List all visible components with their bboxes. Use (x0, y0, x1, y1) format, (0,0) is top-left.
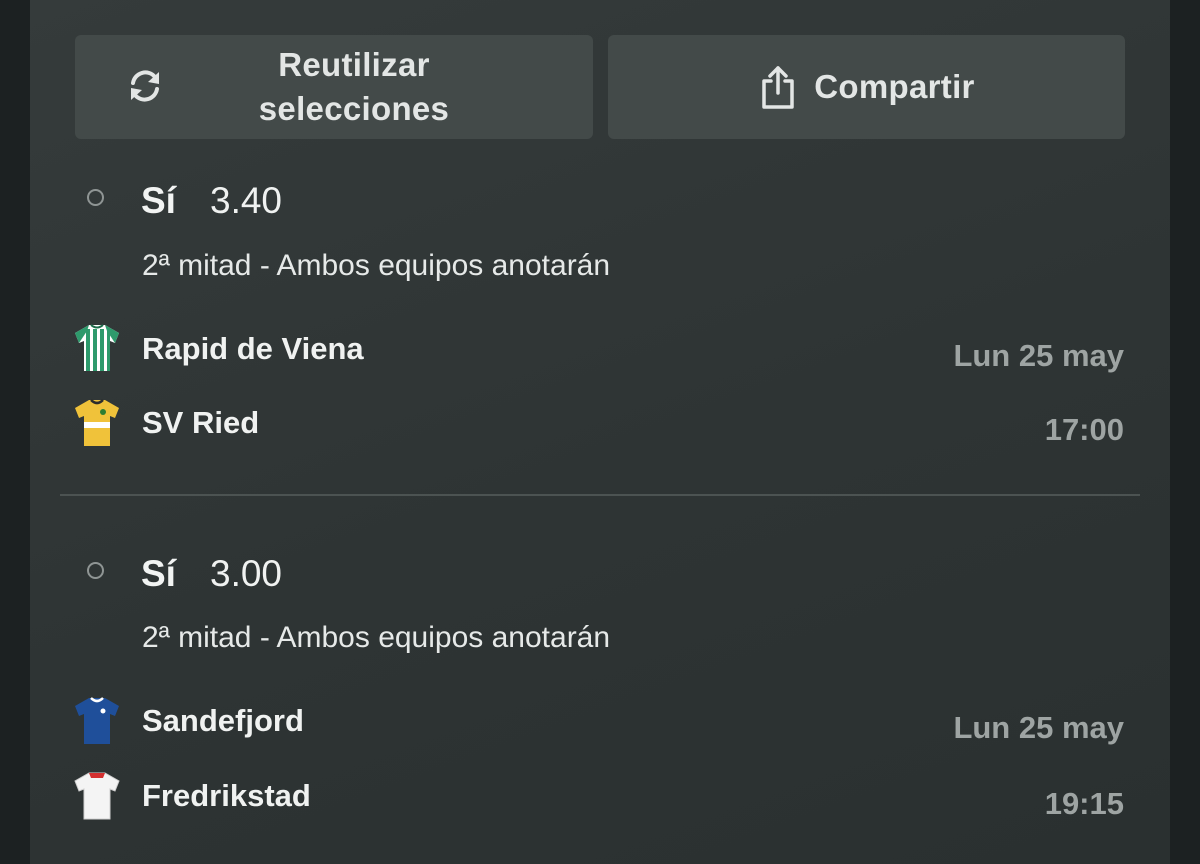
match-time: 19:15 (1044, 786, 1124, 821)
home-team-name: Sandefjord (142, 703, 304, 738)
reuse-selections-button[interactable]: Reutilizar selecciones (75, 35, 593, 139)
selection-pick: Sí (141, 180, 176, 221)
selection-market: 2ª mitad - Ambos equipos anotarán (142, 621, 611, 654)
match-time: 17:00 (1044, 412, 1124, 447)
rapid-shirt-icon (75, 324, 119, 371)
selection-pick: Sí (141, 553, 176, 594)
share-label: Compartir (814, 68, 975, 105)
refresh-icon (131, 70, 159, 102)
selection-radio[interactable] (87, 562, 104, 579)
match-date: Lun 25 may (953, 338, 1124, 373)
ried-shirt-icon (75, 399, 119, 446)
home-team-name: Rapid de Viena (142, 331, 364, 366)
away-team-name: Fredrikstad (142, 778, 311, 813)
selection-odds: 3.00 (210, 553, 283, 594)
selection-divider (60, 494, 1140, 496)
sandefjord-shirt-icon (75, 697, 119, 744)
share-icon (762, 66, 795, 109)
selection-radio[interactable] (87, 189, 104, 206)
match-date: Lun 25 may (953, 710, 1124, 745)
away-team-name: SV Ried (142, 405, 260, 440)
reuse-selections-label: Reutilizar selecciones (258, 46, 450, 127)
selection-market: 2ª mitad - Ambos equipos anotarán (142, 249, 611, 282)
betslip-panel: Reutilizar selecciones Compartir Sí 3.40… (30, 0, 1170, 864)
selection-odds: 3.40 (210, 180, 283, 221)
fredrikstad-shirt-icon (74, 772, 120, 820)
share-button[interactable]: Compartir (608, 35, 1125, 139)
